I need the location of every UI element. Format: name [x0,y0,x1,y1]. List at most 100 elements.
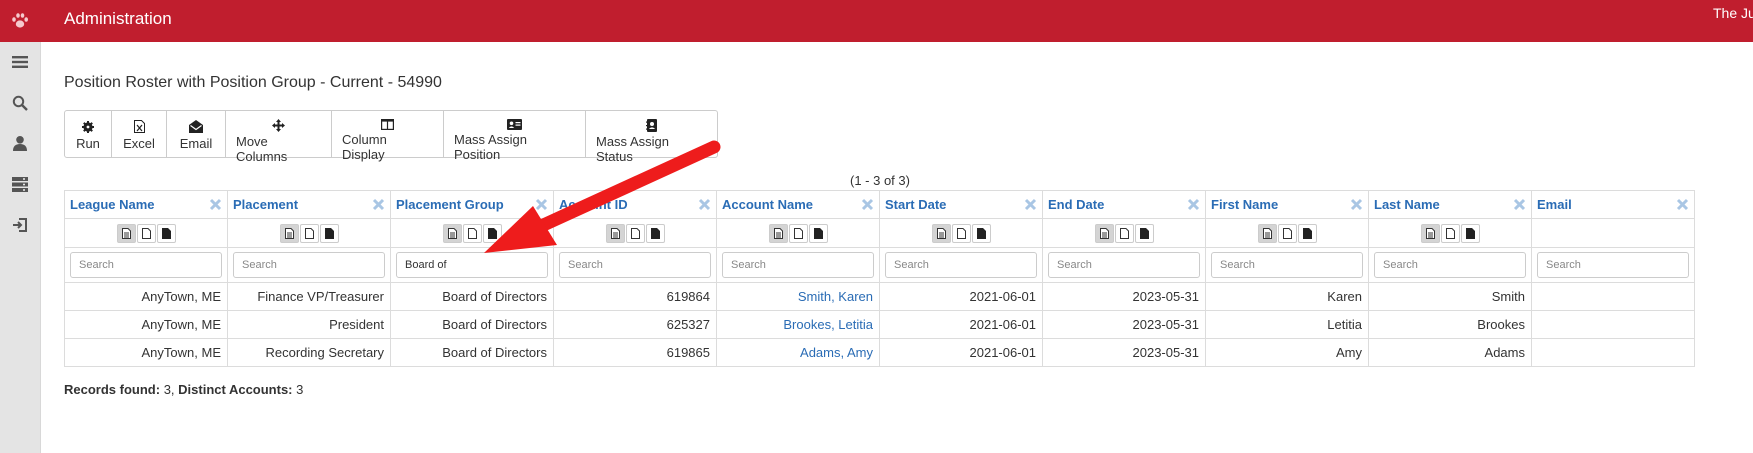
file-format-icon[interactable] [971,223,991,243]
move-columns-button[interactable]: Move Columns [226,111,332,164]
mass-assign-position-button[interactable]: Mass Assign Position [444,111,586,162]
file-format-icon[interactable] [808,223,828,243]
account-name-link[interactable]: Adams, Amy [716,338,880,367]
format-toggle-cell [227,218,391,248]
file-format-icon[interactable] [1134,223,1154,243]
cell-email [1531,282,1695,311]
blank-format-icon[interactable] [136,223,156,243]
excel-button[interactable]: Excel [112,111,167,157]
sign-in-icon[interactable] [0,205,40,245]
blank-format-icon[interactable] [1440,223,1460,243]
column-label: Placement Group [396,197,504,212]
address-book-icon [645,119,658,132]
remove-column-icon[interactable] [1350,198,1363,211]
table-row: AnyTown, ME Recording Secretary Board of… [64,338,1695,367]
column-display-button[interactable]: Column Display [332,111,444,162]
column-header-email[interactable]: Email [1531,190,1695,219]
user-icon[interactable] [0,123,40,163]
text-format-icon[interactable] [116,223,136,243]
remove-column-icon[interactable] [1676,198,1689,211]
text-format-icon[interactable] [279,223,299,243]
remove-column-icon[interactable] [1513,198,1526,211]
search-input-league-name[interactable] [70,252,222,278]
column-header-end-date[interactable]: End Date [1042,190,1206,219]
cell-start-date: 2021-06-01 [879,310,1043,339]
mass-assign-status-button[interactable]: Mass Assign Status [586,111,717,164]
email-button[interactable]: Email [167,111,226,157]
menu-icon[interactable] [0,42,40,82]
search-input-start-date[interactable] [885,252,1037,278]
file-format-icon[interactable] [645,223,665,243]
server-icon[interactable] [0,164,40,204]
cell-placement: Recording Secretary [227,338,391,367]
search-input-account-name[interactable] [722,252,874,278]
file-format-icon[interactable] [319,223,339,243]
cell-placement-group: Board of Directors [390,310,554,339]
blank-format-icon[interactable] [625,223,645,243]
id-card-icon [507,119,522,130]
blank-format-icon[interactable] [951,223,971,243]
run-button[interactable]: Run [65,111,112,157]
column-header-placement[interactable]: Placement [227,190,391,219]
search-input-email[interactable] [1537,252,1689,278]
column-label: Start Date [885,197,947,212]
file-format-icon[interactable] [482,223,502,243]
account-name-link[interactable]: Smith, Karen [716,282,880,311]
remove-column-icon[interactable] [209,198,222,211]
blank-format-icon[interactable] [788,223,808,243]
cell-first-name: Amy [1205,338,1369,367]
text-format-icon[interactable] [442,223,462,243]
remove-column-icon[interactable] [535,198,548,211]
column-header-account-name[interactable]: Account Name [716,190,880,219]
search-icon[interactable] [0,83,40,123]
text-format-icon[interactable] [931,223,951,243]
search-input-last-name[interactable] [1374,252,1526,278]
records-found-value: 3 [163,382,171,397]
text-format-icon[interactable] [605,223,625,243]
file-format-icon[interactable] [156,223,176,243]
format-toggle-cell [1205,218,1369,248]
search-input-placement-group[interactable] [396,252,548,278]
search-input-placement[interactable] [233,252,385,278]
blank-format-icon[interactable] [1114,223,1134,243]
records-found-label: Records found: [64,382,161,397]
remove-column-icon[interactable] [861,198,874,211]
format-toggle-cell [716,218,880,248]
cell-league-name: AnyTown, ME [64,338,228,367]
remove-column-icon[interactable] [698,198,711,211]
file-format-icon[interactable] [1460,223,1480,243]
app-title: Administration [64,9,172,28]
column-header-first-name[interactable]: First Name [1205,190,1369,219]
remove-column-icon[interactable] [1024,198,1037,211]
search-input-account-id[interactable] [559,252,711,278]
column-header-placement-group[interactable]: Placement Group [390,190,554,219]
remove-column-icon[interactable] [1187,198,1200,211]
column-header-account-id[interactable]: Account ID [553,190,717,219]
column-label: Account Name [722,197,814,212]
column-header-last-name[interactable]: Last Name [1368,190,1532,219]
search-input-first-name[interactable] [1211,252,1363,278]
remove-column-icon[interactable] [372,198,385,211]
text-format-icon[interactable] [1420,223,1440,243]
text-format-icon[interactable] [1257,223,1277,243]
column-header-league-name[interactable]: League Name [64,190,228,219]
text-format-icon[interactable] [1094,223,1114,243]
distinct-accounts-value: 3 [296,382,304,397]
blank-format-icon[interactable] [1277,223,1297,243]
account-name-link[interactable]: Brookes, Letitia [716,310,880,339]
format-toggle-cell [1042,218,1206,248]
roster-table: League Name Placement Placement Group Ac… [64,190,1695,367]
format-toggle-cell [64,218,228,248]
excel-file-icon [133,119,145,134]
blank-format-icon[interactable] [462,223,482,243]
search-input-end-date[interactable] [1048,252,1200,278]
column-header-start-date[interactable]: Start Date [879,190,1043,219]
blank-format-icon[interactable] [299,223,319,243]
text-format-icon[interactable] [768,223,788,243]
table-row: AnyTown, ME President Board of Directors… [64,310,1695,339]
gear-icon [82,119,94,134]
file-format-icon[interactable] [1297,223,1317,243]
paw-logo-icon[interactable] [0,0,40,42]
table-row: AnyTown, ME Finance VP/Treasurer Board o… [64,282,1695,311]
cell-end-date: 2023-05-31 [1042,338,1206,367]
